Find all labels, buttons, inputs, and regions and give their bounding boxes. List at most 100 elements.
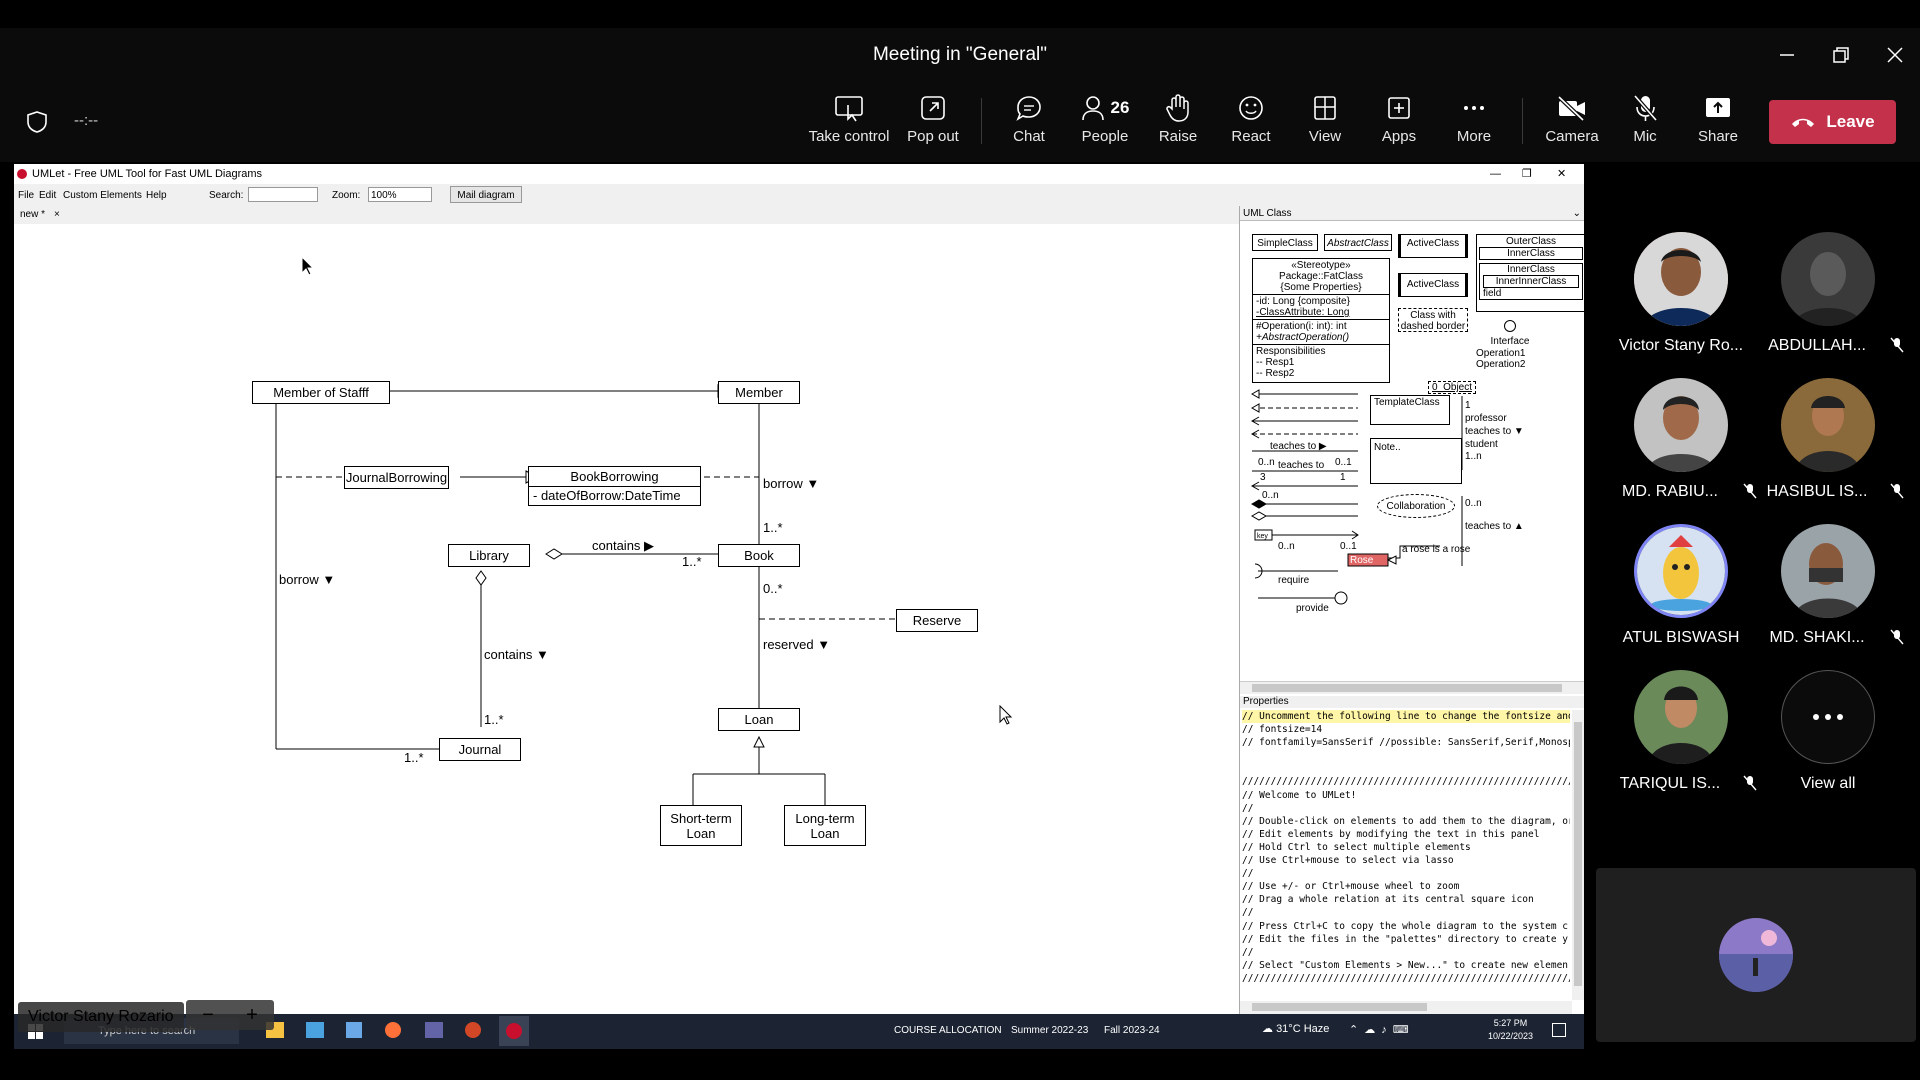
- class-short-term-loan[interactable]: Short-term Loan: [660, 805, 742, 846]
- meeting-title: Meeting in "General": [872, 44, 1048, 65]
- palette-rose[interactable]: Rose: [1350, 555, 1373, 566]
- palette-mult-01-b: 0..1: [1340, 541, 1357, 552]
- properties-editor[interactable]: // Uncomment the following line to chang…: [1242, 710, 1570, 1000]
- react-button[interactable]: React: [1226, 92, 1276, 152]
- leave-button[interactable]: Leave: [1769, 100, 1896, 144]
- chat-button[interactable]: Chat: [1004, 92, 1054, 152]
- class-journal[interactable]: Journal: [439, 738, 521, 761]
- app-icon[interactable]: [306, 1022, 324, 1038]
- avatar: [1634, 670, 1728, 764]
- umlet-minimize-button[interactable]: —: [1490, 164, 1501, 184]
- umlet-title: UMLet - Free UML Tool for Fast UML Diagr…: [32, 168, 263, 180]
- people-button[interactable]: 26 People: [1074, 92, 1136, 152]
- taskbar-item-course-allocation[interactable]: COURSE ALLOCATION: [894, 1025, 1002, 1036]
- mult-book: 1..*: [682, 554, 702, 569]
- search-input[interactable]: [248, 187, 318, 202]
- tab-new[interactable]: new *: [20, 209, 45, 220]
- class-loan[interactable]: Loan: [718, 708, 800, 731]
- menu-edit[interactable]: Edit: [39, 190, 56, 201]
- properties-line: //: [1242, 868, 1254, 880]
- diagram-tabs: new * ×: [14, 206, 1239, 224]
- participant-tile[interactable]: ATUL BISWASH: [1601, 524, 1761, 647]
- toolbar-divider: [981, 98, 982, 144]
- participant-tile[interactable]: TARIQUL IS...: [1601, 670, 1761, 793]
- self-video-tile[interactable]: [1596, 868, 1916, 1042]
- mic-label: Mic: [1633, 128, 1657, 145]
- view-button[interactable]: View: [1300, 92, 1350, 152]
- diagram-canvas[interactable]: Member of Stafff Member JournalBorrowing…: [14, 224, 1239, 1024]
- menu-file[interactable]: File: [18, 190, 34, 201]
- properties-line: // Use +/- or Ctrl+mouse wheel to zoom: [1242, 881, 1460, 893]
- zoom-out-button[interactable]: −: [202, 1004, 214, 1027]
- palette-hscrollbar[interactable]: [1240, 681, 1584, 694]
- meeting-timer: --:--: [74, 112, 99, 129]
- zoom-in-button[interactable]: +: [246, 1004, 258, 1027]
- class-book[interactable]: Book: [718, 544, 800, 567]
- system-tray-icons[interactable]: ⌃☁♪⌨: [1349, 1023, 1415, 1036]
- zoom-select[interactable]: 100%: [368, 187, 432, 202]
- tab-close-icon[interactable]: ×: [54, 209, 60, 220]
- class-library[interactable]: Library: [448, 544, 530, 567]
- share-button[interactable]: Share: [1693, 92, 1743, 152]
- properties-line: ////////////////////////////////////////…: [1242, 776, 1570, 788]
- weather-widget[interactable]: ☁ 31°C Haze: [1262, 1022, 1329, 1035]
- scroll-thumb[interactable]: [1252, 684, 1562, 692]
- participant-name: ABDULLAH...: [1768, 337, 1866, 354]
- taskbar-clock[interactable]: 5:27 PM 10/22/2023: [1488, 1017, 1533, 1043]
- scroll-thumb[interactable]: [1252, 1003, 1427, 1011]
- camera-button[interactable]: Camera: [1542, 92, 1602, 152]
- class-member[interactable]: Member: [718, 381, 800, 404]
- menu-help[interactable]: Help: [146, 190, 167, 201]
- minimize-button[interactable]: [1772, 40, 1802, 70]
- mic-button[interactable]: Mic: [1620, 92, 1670, 152]
- class-member-of-staff[interactable]: Member of Stafff: [252, 381, 390, 404]
- grid-view-icon: [1311, 92, 1339, 124]
- restore-button[interactable]: [1826, 40, 1856, 70]
- participant-tile[interactable]: MD. RABIU...: [1601, 378, 1761, 501]
- participant-tile[interactable]: Victor Stany Ro...: [1601, 232, 1761, 355]
- taskbar-item-summer[interactable]: Summer 2022-23: [1011, 1025, 1088, 1036]
- menu-custom-elements[interactable]: Custom Elements: [63, 190, 142, 201]
- powerpoint-icon[interactable]: [465, 1022, 481, 1038]
- apps-button[interactable]: Apps: [1374, 92, 1424, 152]
- class-book-borrowing[interactable]: BookBorrowing - dateOfBorrow:DateTime: [528, 466, 701, 506]
- participant-tile[interactable]: ABDULLAH...: [1748, 232, 1908, 355]
- teams-icon[interactable]: [425, 1022, 443, 1038]
- participant-tile[interactable]: MD. SHAKI...: [1748, 524, 1908, 647]
- properties-hscrollbar[interactable]: [1240, 1001, 1572, 1014]
- more-button[interactable]: More: [1449, 92, 1499, 152]
- pop-out-label: Pop out: [907, 128, 959, 145]
- close-button[interactable]: [1880, 40, 1910, 70]
- notification-icon[interactable]: [1552, 1023, 1566, 1037]
- mail-diagram-button[interactable]: Mail diagram: [450, 186, 522, 203]
- properties-line: //: [1242, 907, 1254, 919]
- assoc-mult-1: 1: [1465, 400, 1471, 411]
- assoc-professor: professor: [1465, 413, 1507, 424]
- class-journal-borrowing[interactable]: JournalBorrowing: [344, 466, 449, 489]
- hand-icon: [1164, 92, 1192, 124]
- umlet-close-button[interactable]: ✕: [1557, 164, 1566, 184]
- participant-name: ATUL BISWASH: [1622, 629, 1740, 646]
- clock-time: 5:27 PM: [1493, 1018, 1528, 1028]
- assoc-mult-1n: 1..n: [1465, 451, 1482, 462]
- firefox-icon[interactable]: [385, 1022, 401, 1038]
- umlet-restore-button[interactable]: ❐: [1522, 164, 1532, 184]
- scroll-thumb[interactable]: [1574, 722, 1582, 986]
- camera-off-icon: [1556, 92, 1588, 124]
- view-all-button[interactable]: View all: [1748, 670, 1908, 793]
- taskbar-item-fall[interactable]: Fall 2023-24: [1104, 1025, 1160, 1036]
- take-control-button[interactable]: Take control: [806, 92, 892, 152]
- class-long-term-loan[interactable]: Long-term Loan: [784, 805, 866, 846]
- calculator-icon[interactable]: [346, 1022, 362, 1038]
- avatar: [1634, 378, 1728, 472]
- participant-name: MD. RABIU...: [1621, 483, 1718, 500]
- pop-out-button[interactable]: Pop out: [898, 92, 968, 152]
- raise-hand-button[interactable]: Raise: [1153, 92, 1203, 152]
- class-reserve[interactable]: Reserve: [896, 609, 978, 632]
- book-borrowing-attribute: - dateOfBorrow:DateTime: [533, 488, 681, 503]
- properties-vscrollbar[interactable]: [1572, 710, 1584, 1000]
- meeting-toolbar: --:-- Take control Pop out Chat 26 Peopl…: [0, 82, 1920, 162]
- properties-panel: Properties // Uncomment the following li…: [1239, 696, 1584, 1014]
- participant-tile[interactable]: HASIBUL IS...: [1748, 378, 1908, 501]
- umlet-taskbar-item[interactable]: [499, 1016, 529, 1046]
